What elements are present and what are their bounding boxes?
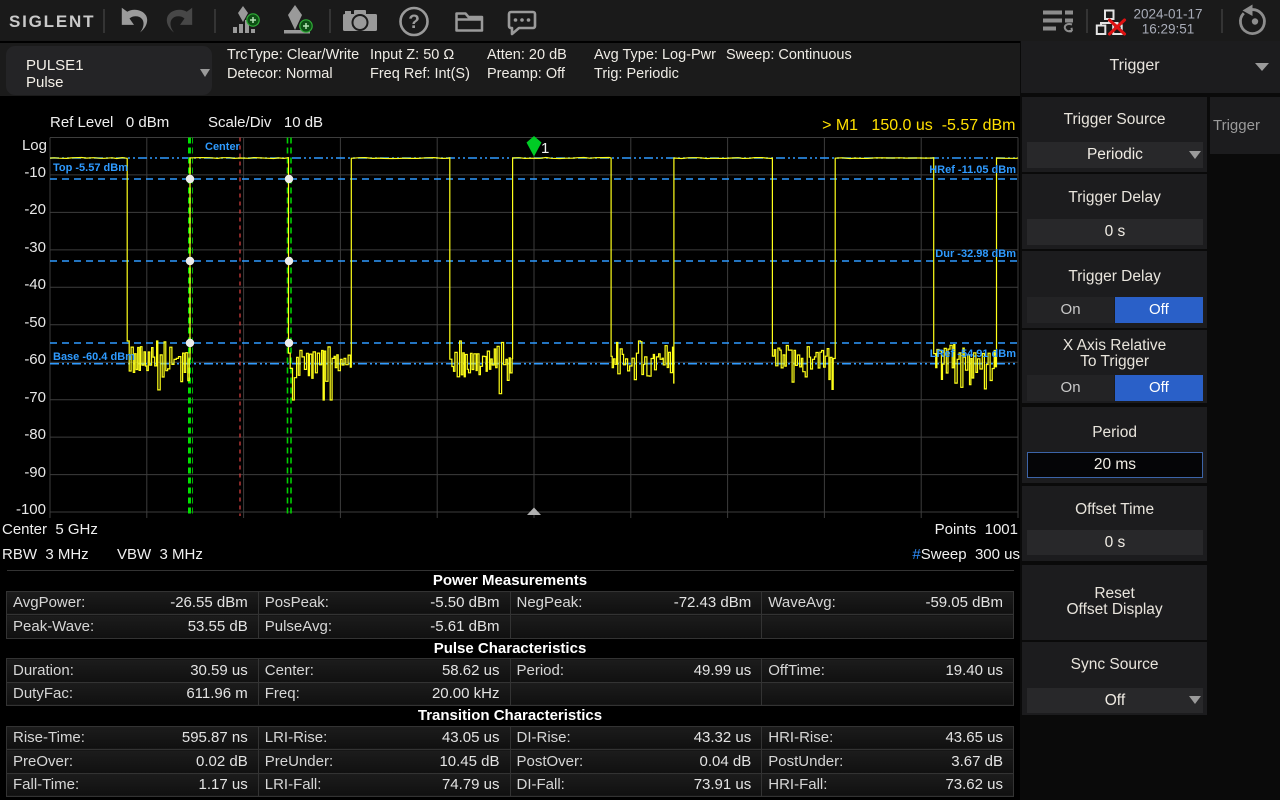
svg-text:Log: Log bbox=[22, 137, 47, 154]
svg-text:Points 1001: Points 1001 bbox=[935, 521, 1018, 538]
svg-text:Base -60.4 dBm: Base -60.4 dBm bbox=[53, 351, 135, 363]
svg-text:#Sweep 300 us: #Sweep 300 us bbox=[912, 546, 1020, 563]
svg-text:> M1 150.0 us -5.57 dBm: > M1 150.0 us -5.57 dBm bbox=[822, 117, 1015, 134]
svg-text:VBW 3 MHz: VBW 3 MHz bbox=[117, 546, 203, 563]
svg-text:16:29:51: 16:29:51 bbox=[1142, 22, 1195, 37]
svg-text:LRef -54.91 dBm: LRef -54.91 dBm bbox=[930, 348, 1016, 360]
svg-text:-60: -60 bbox=[24, 351, 46, 368]
svg-text:-30: -30 bbox=[24, 239, 46, 256]
svg-text:-10: -10 bbox=[24, 164, 46, 181]
svg-text:2024-01-17: 2024-01-17 bbox=[1133, 7, 1202, 22]
svg-text:HRef -11.05 dBm: HRef -11.05 dBm bbox=[929, 164, 1016, 176]
svg-text:RBW 3 MHz: RBW 3 MHz bbox=[2, 546, 89, 563]
svg-text:Top -5.57 dBm: Top -5.57 dBm bbox=[53, 162, 128, 174]
svg-text:Center 5 GHz: Center 5 GHz bbox=[2, 521, 98, 538]
svg-text:Scale/Div 10 dB: Scale/Div 10 dB bbox=[208, 114, 323, 131]
svg-text:Center: Center bbox=[205, 141, 241, 153]
svg-text:-20: -20 bbox=[24, 201, 46, 218]
svg-text:-70: -70 bbox=[24, 389, 46, 406]
svg-text:-40: -40 bbox=[24, 276, 46, 293]
svg-text:-80: -80 bbox=[24, 426, 46, 443]
svg-text:?: ? bbox=[408, 12, 420, 33]
svg-text:-100: -100 bbox=[16, 501, 46, 518]
svg-text:-90: -90 bbox=[24, 464, 46, 481]
svg-text:1: 1 bbox=[541, 140, 549, 157]
svg-text:Ref Level 0 dBm: Ref Level 0 dBm bbox=[50, 114, 169, 131]
svg-text:Dur -32.98 dBm: Dur -32.98 dBm bbox=[935, 248, 1016, 260]
svg-text:-50: -50 bbox=[24, 314, 46, 331]
svg-text:SIGLENT: SIGLENT bbox=[9, 12, 95, 31]
